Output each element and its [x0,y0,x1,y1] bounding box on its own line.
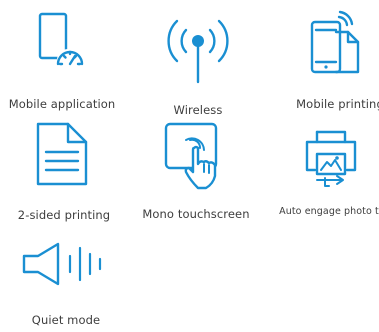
feature-label: Wireless [173,103,223,117]
touchscreen-hand-icon [164,122,218,190]
mobile-printing-icon [310,10,360,74]
feature-label: Mobile printing [296,97,379,111]
wireless-antenna-icon [167,19,229,84]
quiet-mode-speaker-icon [22,242,102,286]
photo-tray-printer-icon [305,130,357,187]
feature-label: Mobile application [8,97,116,111]
feature-label: Quiet mode [31,313,101,327]
feature-label: Mono touchscreen [142,207,250,221]
feature-label: 2-sided printing [17,208,111,222]
mobile-app-gauge-icon [38,12,84,71]
feature-label: Auto engage photo tr [279,206,379,217]
duplex-document-icon [36,122,88,186]
